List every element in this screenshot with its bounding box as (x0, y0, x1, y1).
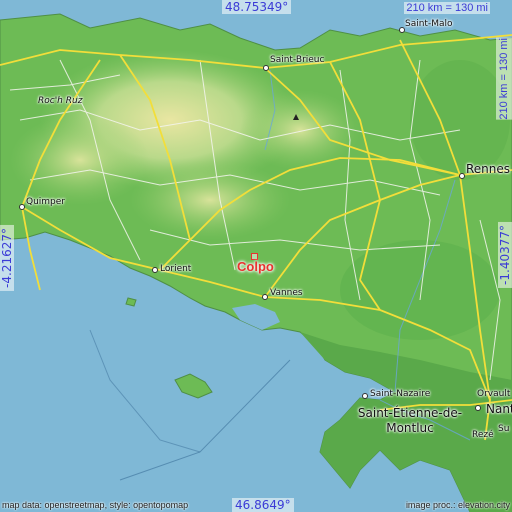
city-label: Quimper (26, 197, 66, 207)
city-label: Vannes (270, 288, 303, 298)
credit-right: image proc.: elevation.city (405, 500, 510, 510)
city-label: Saint-Malo (405, 19, 453, 29)
city-label: Saint-Étienne-de-Montluc (357, 406, 463, 435)
scale-horizontal: 210 km = 130 mi (404, 2, 490, 14)
city-label: Saint-Nazaire (370, 389, 431, 399)
city-label: Roc'h Ruz (38, 96, 83, 106)
city-label: Rennes (466, 162, 511, 176)
credit-left: map data: openstreetmap, style: opentopo… (2, 500, 189, 510)
city-label: Nant (486, 402, 512, 416)
city-label: Rezé (472, 430, 494, 440)
map-canvas[interactable]: Saint-Malo Saint-Brieuc Roc'h Ruz Rennes… (0, 0, 512, 512)
city-dot-quimper (19, 204, 25, 210)
city-label: Saint-Brieuc (270, 55, 325, 65)
city-label: Lorient (160, 264, 192, 274)
coord-left: -4.21627° (0, 225, 14, 291)
city-dot-vannes (262, 294, 268, 300)
peak-icon (293, 114, 299, 120)
city-dot-saint-nazaire (362, 393, 368, 399)
coord-bottom: 46.8649° (232, 498, 294, 512)
scale-vertical: 210 km = 130 mi (496, 38, 512, 120)
city-dot-rennes (459, 173, 465, 179)
city-label: Orvault (477, 389, 511, 399)
city-dot-lorient (152, 267, 158, 273)
place-label: Colpo (237, 259, 274, 274)
coord-top: 48.75349° (222, 0, 292, 14)
city-label: Su (498, 424, 510, 434)
coord-right: -1.40377° (498, 222, 512, 288)
city-dot-saint-brieuc (263, 65, 269, 71)
